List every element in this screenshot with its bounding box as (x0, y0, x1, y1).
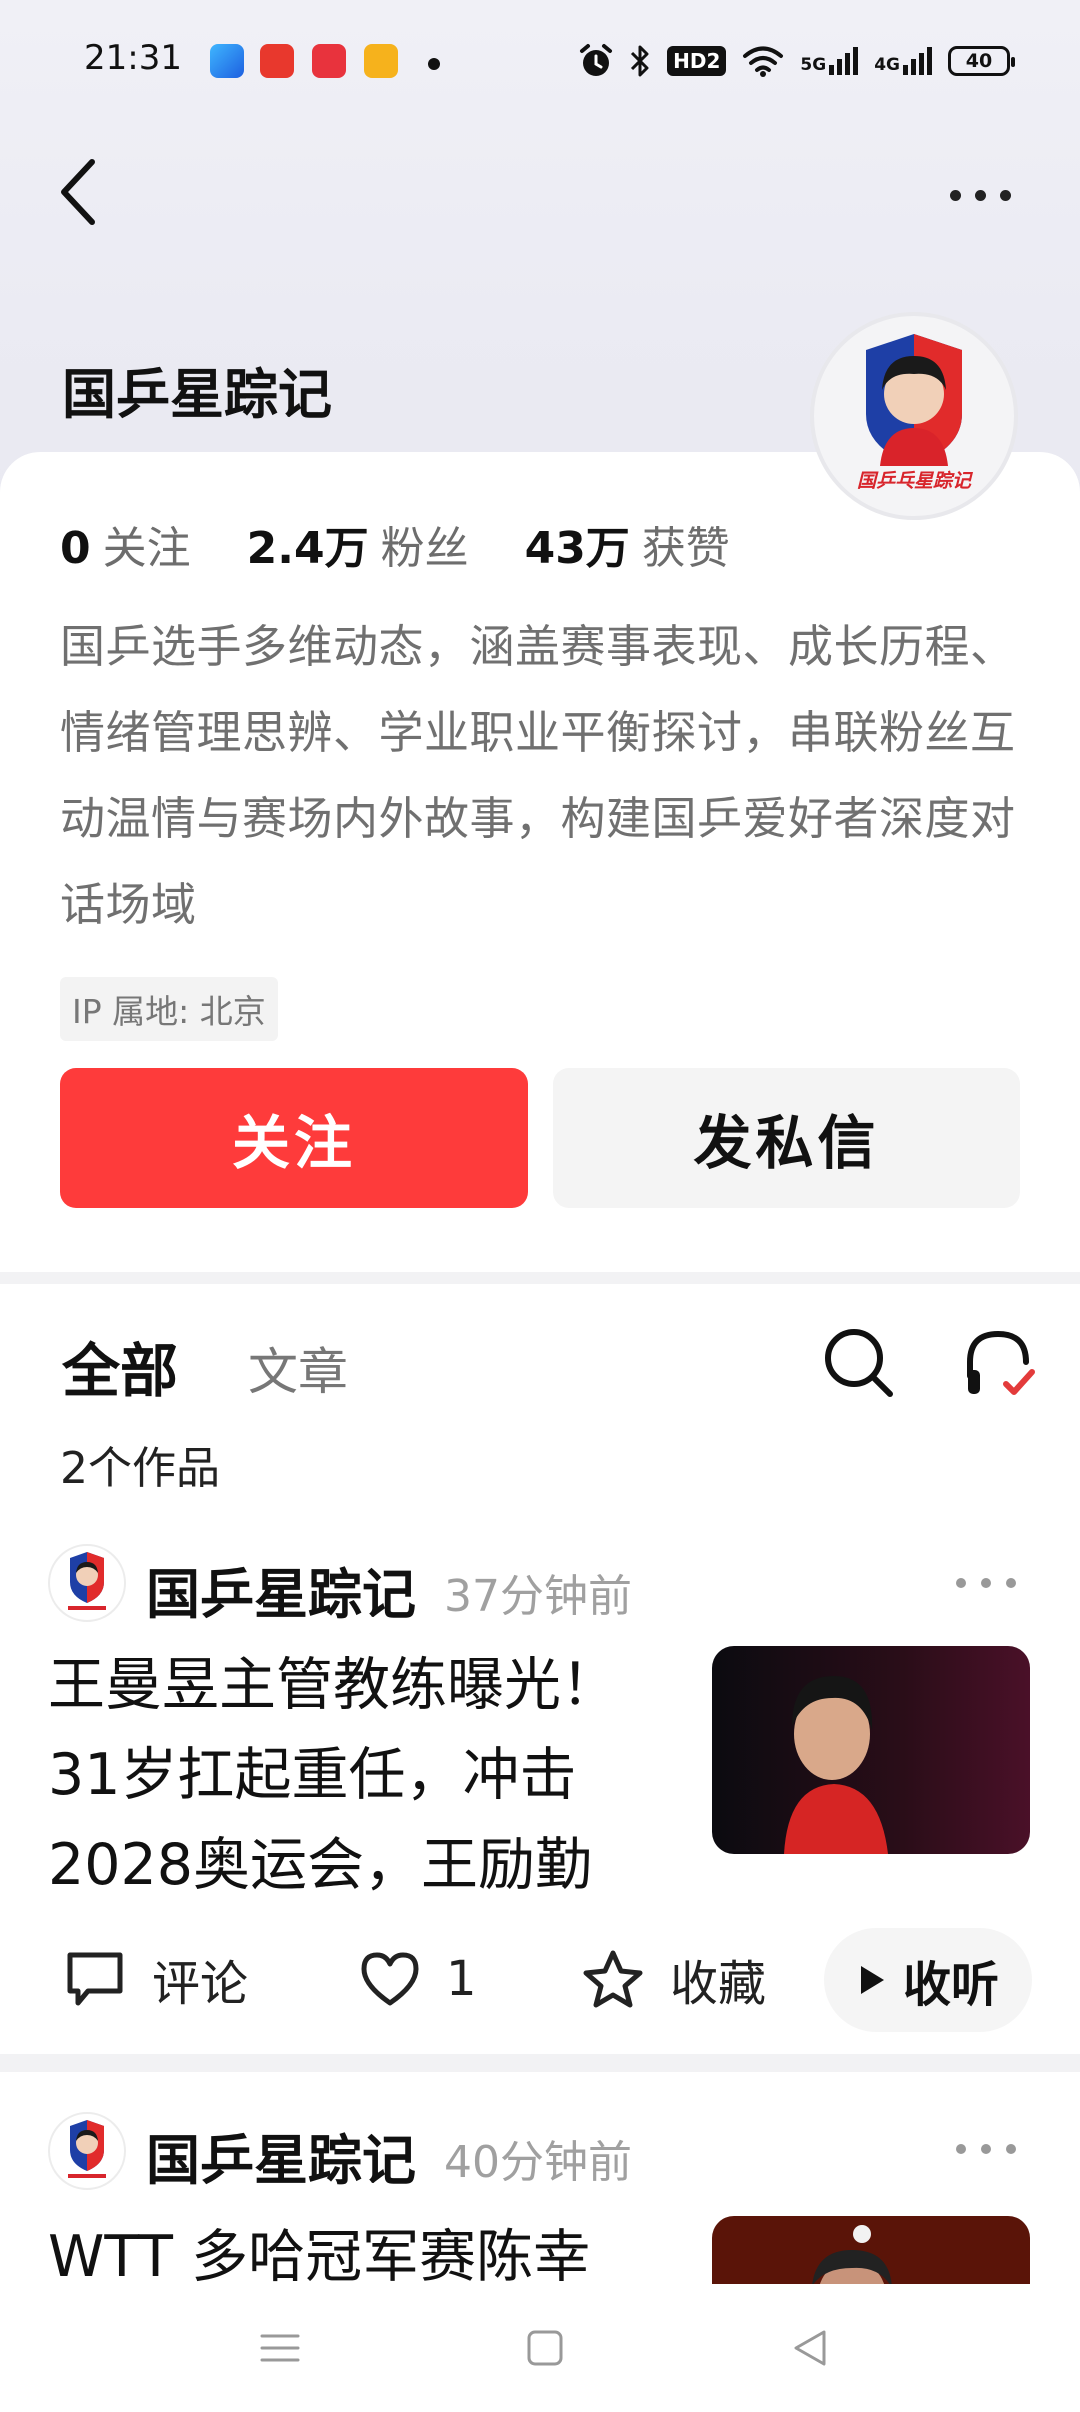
post-time: 37分钟前 (444, 1571, 632, 1622)
home-button[interactable] (515, 2318, 575, 2378)
fans-label[interactable]: 粉丝 (381, 512, 469, 576)
bluetooth-icon (631, 45, 649, 77)
post-card[interactable]: 国乒星踪记 37分钟前 王曼昱主管教练曝光！31岁扛起重任，冲击2028奥运会，… (0, 1544, 1080, 2054)
likes-count: 43万 (524, 523, 630, 574)
follow-button[interactable]: 关注 (60, 1068, 528, 1208)
favorite-button[interactable]: 收藏 (582, 1934, 766, 2024)
following-label[interactable]: 关注 (103, 512, 191, 576)
post-author-name[interactable]: 国乒星踪记 (146, 1550, 416, 1629)
player-photo-image (712, 2216, 1030, 2284)
battery-icon: 40 (948, 46, 1015, 76)
profile-avatar[interactable]: 国乒乓星踪记 (810, 312, 1018, 520)
reader-app-icon (364, 44, 398, 78)
listen-label: 收听 (902, 1957, 999, 2013)
post-more-button[interactable] (956, 1568, 1016, 1598)
post-title[interactable]: WTT 多哈冠军赛陈幸 (48, 2212, 648, 2284)
menu-icon (260, 2334, 300, 2362)
post-author-avatar[interactable] (48, 1544, 126, 1622)
chevron-left-icon (61, 159, 95, 225)
search-button[interactable] (820, 1324, 900, 1404)
post-time: 40分钟前 (444, 2137, 632, 2188)
system-nav-bar (0, 2284, 1080, 2412)
post-thumbnail[interactable] (712, 1646, 1030, 1854)
post-separator (0, 2054, 1080, 2072)
profile-card: 0 关注 2.4万 粉丝 43万 获赞 国乒选手多维动态，涵盖赛事表现、成长历程… (0, 452, 1080, 1272)
like-count: 1 (446, 1951, 477, 2007)
toutiao-app-icon (260, 44, 294, 78)
signal-4g-icon: 4G (874, 47, 932, 75)
triangle-back-icon (794, 2330, 826, 2366)
listen-mode-button[interactable] (960, 1324, 1040, 1404)
square-icon (527, 2330, 563, 2366)
avatar-shield-icon (68, 1552, 106, 1610)
search-icon (825, 1329, 893, 1397)
following-count[interactable]: 0 (60, 523, 91, 574)
like-button[interactable]: 1 (360, 1934, 477, 2024)
more-dot (981, 2144, 991, 2154)
works-count: 2个作品 (60, 1443, 220, 1494)
more-dot (1006, 2144, 1016, 2154)
system-back-button[interactable] (780, 2318, 840, 2378)
play-icon (860, 1966, 884, 1994)
post-author-name[interactable]: 国乒星踪记 (146, 2116, 416, 2195)
browser-app-icon (210, 44, 244, 78)
heart-icon (361, 1952, 419, 2006)
avatar-brand-text: 国乒乓星踪记 (856, 470, 971, 492)
network-5g-label: 5G (800, 55, 827, 75)
ip-location-tag: IP 属地: 北京 (60, 977, 278, 1041)
content-section: 全部 文章 2个作品 国乒星踪记 37分钟前 王曼昱主管教练曝光！31岁扛起重任… (0, 1284, 1080, 2054)
fans-count[interactable]: 2.4万 (247, 512, 369, 576)
network-4g-label: 4G (874, 55, 900, 75)
signal-5g-icon: 5G (800, 47, 859, 75)
post-more-button[interactable] (956, 2134, 1016, 2164)
more-dot (974, 189, 986, 201)
post-title[interactable]: 王曼昱主管教练曝光！31岁扛起重任，冲击2028奥运会，王励勤 (48, 1640, 648, 1910)
status-bar: 21:31 HD2 5G 4G 40 (0, 0, 1080, 120)
comment-label: 评论 (152, 1956, 249, 2012)
send-message-button[interactable]: 发私信 (553, 1068, 1020, 1208)
profile-name: 国乒星踪记 (62, 363, 332, 426)
alarm-icon (580, 44, 613, 76)
profile-stats: 0 关注 2.4万 粉丝 43万 获赞 (60, 512, 786, 576)
more-dot (981, 1578, 991, 1588)
tab-article[interactable]: 文章 (248, 1332, 348, 1404)
more-dot (956, 1578, 966, 1588)
profile-bio: 国乒选手多维动态，涵盖赛事表现、成长历程、情绪管理思辨、学业职业平衡探讨，串联粉… (60, 620, 1016, 931)
listen-button[interactable]: 收听 (824, 1928, 1032, 2032)
notification-dot (428, 58, 440, 70)
star-icon (583, 1950, 643, 2008)
recent-apps-button[interactable] (250, 2318, 310, 2378)
more-dot (949, 189, 961, 201)
wifi-icon (743, 46, 784, 77)
post-card[interactable]: 国乒星踪记 40分钟前 WTT 多哈冠军赛陈幸 (0, 2072, 1080, 2284)
player-photo-image (712, 1646, 1030, 1854)
status-time: 21:31 (84, 38, 182, 78)
post-author-avatar[interactable] (48, 2112, 126, 2190)
music-app-icon (312, 44, 346, 78)
back-button[interactable] (50, 150, 120, 240)
comment-button[interactable]: 评论 (64, 1934, 248, 2024)
likes-label: 获赞 (641, 523, 730, 574)
comment-icon (67, 1952, 123, 2006)
more-options-button[interactable] (935, 165, 1025, 225)
more-dot (999, 189, 1011, 201)
avatar-shield-icon (68, 2120, 106, 2178)
favorite-label: 收藏 (670, 1956, 767, 2012)
hd-voice-icon: HD2 (667, 46, 727, 76)
post-thumbnail[interactable] (712, 2216, 1030, 2284)
headphones-check-icon (967, 1330, 1035, 1395)
more-dot (1006, 1578, 1016, 1588)
more-dot (956, 2144, 966, 2154)
tab-all[interactable]: 全部 (62, 1324, 178, 1408)
